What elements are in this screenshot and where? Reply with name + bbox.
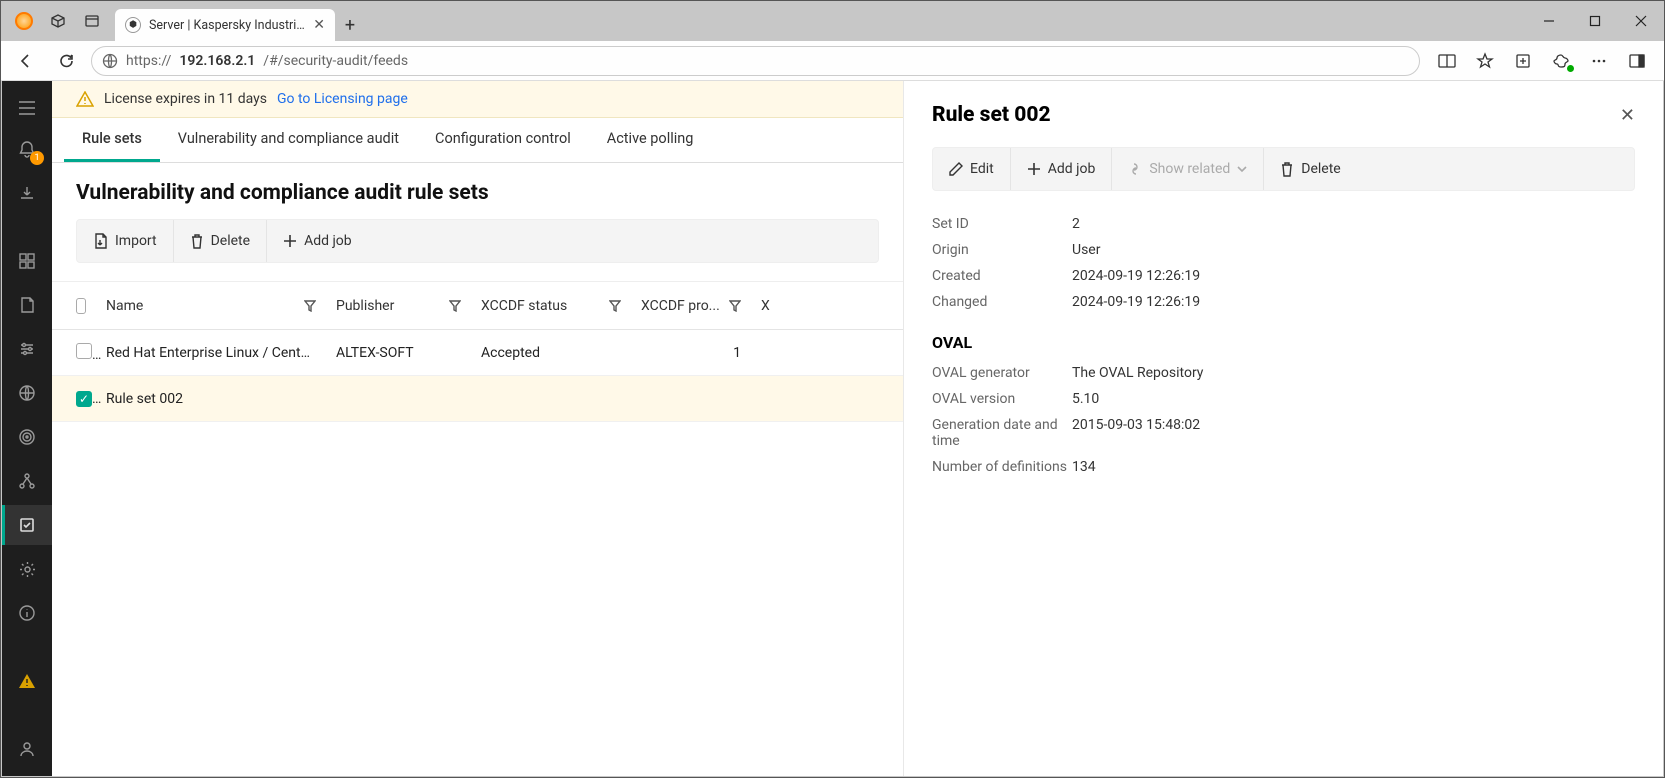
- page-tabs: Rule sets Vulnerability and compliance a…: [52, 118, 903, 163]
- field-oval-version: OVAL version5.10: [932, 386, 1635, 412]
- col-xccdf-pro[interactable]: XCCDF pro...: [641, 298, 761, 314]
- col-xccdf-status[interactable]: XCCDF status: [481, 298, 641, 314]
- tab-vuln-audit[interactable]: Vulnerability and compliance audit: [160, 118, 417, 162]
- tab-actions-icon[interactable]: [83, 12, 101, 30]
- network-icon[interactable]: [2, 373, 52, 413]
- favorites-icon[interactable]: [1468, 46, 1502, 76]
- field-origin: OriginUser: [932, 237, 1635, 263]
- details-panel: Rule set 002 ✕ Edit Add job Show related…: [903, 81, 1663, 776]
- panel-delete-button[interactable]: Delete: [1264, 148, 1356, 190]
- field-set-id: Set ID2: [932, 211, 1635, 237]
- panel-toolbar: Edit Add job Show related Delete: [932, 147, 1635, 191]
- rule-sets-table: Name Publisher XCCDF status XCCDF pro...…: [52, 281, 903, 422]
- filter-icon[interactable]: [609, 300, 621, 312]
- tab-rule-sets[interactable]: Rule sets: [64, 118, 160, 162]
- alert-icon[interactable]: [2, 661, 52, 701]
- filter-icon[interactable]: [729, 300, 741, 312]
- license-banner: License expires in 11 days Go to Licensi…: [52, 81, 903, 118]
- panel-add-job-button[interactable]: Add job: [1011, 148, 1113, 190]
- collections-icon[interactable]: [1506, 46, 1540, 76]
- user-icon[interactable]: [2, 729, 52, 769]
- cell-xccdf-pro: 1: [641, 345, 761, 361]
- edit-button[interactable]: Edit: [933, 148, 1011, 190]
- import-button[interactable]: Import: [77, 220, 174, 262]
- filter-icon[interactable]: [449, 300, 461, 312]
- page-title: Vulnerability and compliance audit rule …: [52, 163, 903, 219]
- target-icon[interactable]: [2, 417, 52, 457]
- main-content: License expires in 11 days Go to Licensi…: [52, 81, 903, 776]
- browser-titlebar: ⬢ Server | Kaspersky Industrial Cybe ✕ +: [1, 1, 1664, 41]
- show-related-button: Show related: [1112, 148, 1264, 190]
- sidebar-toggle-icon[interactable]: [1620, 46, 1654, 76]
- settings-icon[interactable]: [2, 549, 52, 589]
- tab-active-polling[interactable]: Active polling: [589, 118, 712, 162]
- nav-back[interactable]: [11, 46, 41, 76]
- tab-title: Server | Kaspersky Industrial Cybe: [149, 18, 305, 33]
- licensing-link[interactable]: Go to Licensing page: [277, 91, 408, 107]
- col-extra[interactable]: X: [761, 298, 791, 314]
- url-host: 192.168.2.1: [179, 53, 255, 69]
- tab-close-icon[interactable]: ✕: [313, 17, 325, 33]
- filter-icon[interactable]: [304, 300, 316, 312]
- panel-title: Rule set 002: [932, 103, 1051, 127]
- field-changed: Changed2024-09-19 12:26:19: [932, 289, 1635, 315]
- col-name[interactable]: Name: [106, 298, 336, 314]
- nav-refresh[interactable]: [51, 46, 81, 76]
- cell-name: Rule set 002: [106, 391, 336, 407]
- add-job-button[interactable]: Add job: [267, 220, 368, 262]
- app-sidebar: 1: [2, 81, 52, 776]
- workspaces-icon[interactable]: [49, 12, 67, 30]
- table-header: Name Publisher XCCDF status XCCDF pro...…: [52, 282, 903, 330]
- security-audit-icon[interactable]: [2, 505, 52, 545]
- tune-icon[interactable]: [2, 329, 52, 369]
- field-gen-date: Generation date and time2015-09-03 15:48…: [932, 412, 1635, 454]
- delete-button[interactable]: Delete: [174, 220, 267, 262]
- select-all-checkbox[interactable]: [76, 298, 86, 314]
- address-bar: https:// 192.168.2.1 /#/security-audit/fee…: [1, 41, 1664, 81]
- field-num-defs: Number of definitions134: [932, 454, 1635, 480]
- hamburger-icon[interactable]: [2, 91, 52, 125]
- cell-publisher: ALTEX-SOFT: [336, 345, 481, 361]
- window-minimize[interactable]: [1526, 1, 1572, 41]
- chevron-down-icon: [1237, 164, 1247, 174]
- url-prefix: https://: [126, 53, 171, 69]
- topology-icon[interactable]: [2, 461, 52, 501]
- window-close[interactable]: [1618, 1, 1664, 41]
- download-icon[interactable]: [2, 173, 52, 213]
- info-icon[interactable]: [2, 593, 52, 633]
- row-checkbox[interactable]: [76, 343, 92, 359]
- table-row[interactable]: Red Hat Enterprise Linux / CentO... ALTE…: [52, 330, 903, 376]
- assets-icon[interactable]: [2, 285, 52, 325]
- panel-close-icon[interactable]: ✕: [1620, 105, 1635, 126]
- notifications-icon[interactable]: 1: [2, 129, 52, 169]
- warning-icon: [76, 91, 94, 107]
- browser-tab[interactable]: ⬢ Server | Kaspersky Industrial Cybe ✕: [115, 9, 335, 41]
- favicon-icon: ⬢: [125, 17, 141, 33]
- extension-icon[interactable]: [1544, 46, 1578, 76]
- profile-icon[interactable]: [15, 12, 33, 30]
- main-toolbar: Import Delete Add job: [76, 219, 879, 263]
- notification-badge: 1: [30, 151, 44, 165]
- dashboard-icon[interactable]: [2, 241, 52, 281]
- cell-name: Red Hat Enterprise Linux / CentO...: [106, 345, 336, 361]
- url-input[interactable]: https:// 192.168.2.1 /#/security-audit/fee…: [91, 46, 1420, 76]
- col-publisher[interactable]: Publisher: [336, 298, 481, 314]
- new-tab-button[interactable]: +: [335, 15, 365, 36]
- field-oval-generator: OVAL generatorThe OVAL Repository: [932, 360, 1635, 386]
- table-row[interactable]: ✓ Rule set 002: [52, 376, 903, 422]
- tab-config-control[interactable]: Configuration control: [417, 118, 589, 162]
- field-created: Created2024-09-19 12:26:19: [932, 263, 1635, 289]
- banner-text: License expires in 11 days: [104, 91, 267, 107]
- window-maximize[interactable]: [1572, 1, 1618, 41]
- split-screen-icon[interactable]: [1430, 46, 1464, 76]
- cell-xccdf-status: Accepted: [481, 345, 641, 361]
- row-checkbox[interactable]: ✓: [76, 391, 92, 407]
- url-path: /#/security-audit/feeds: [263, 53, 408, 69]
- more-icon[interactable]: [1582, 46, 1616, 76]
- oval-heading: OVAL: [932, 333, 1635, 352]
- globe-icon: [102, 53, 118, 69]
